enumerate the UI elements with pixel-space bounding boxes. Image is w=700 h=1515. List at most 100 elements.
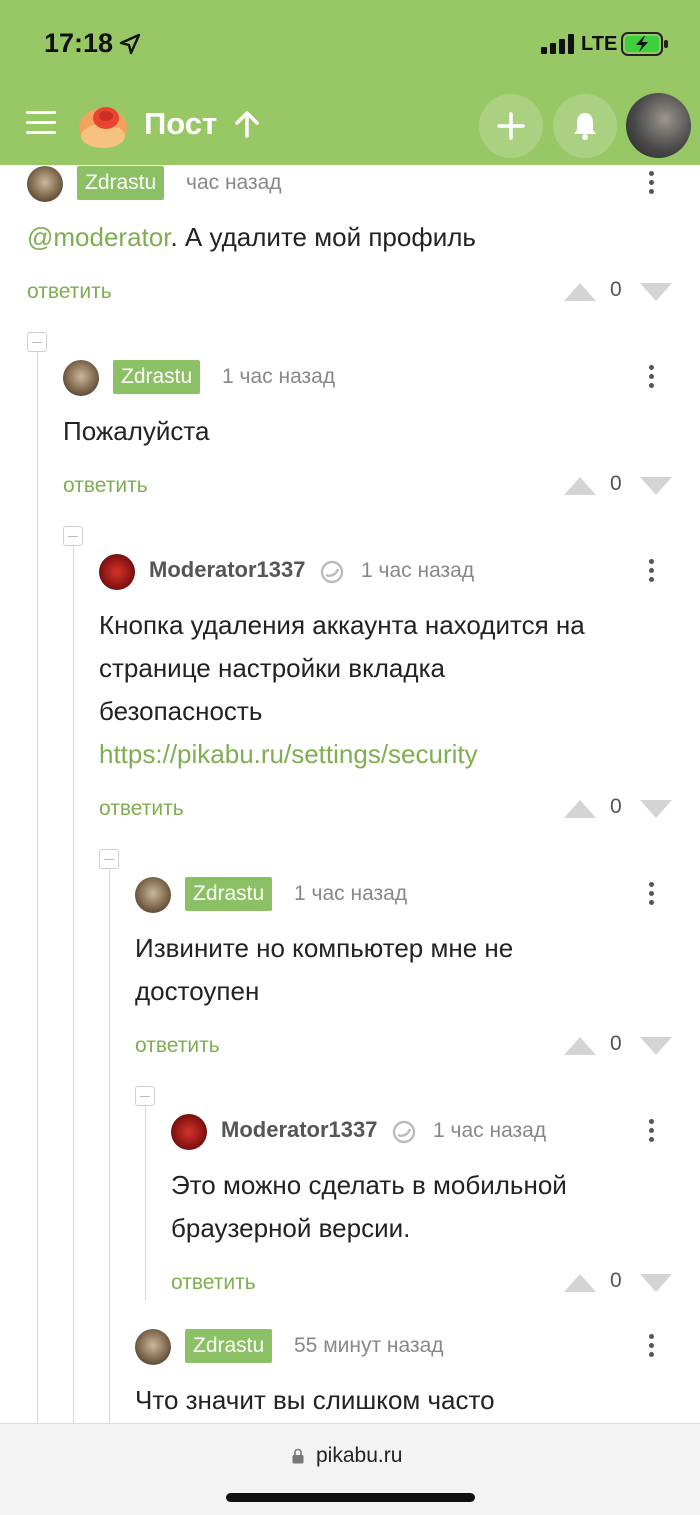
app-header: 17:18 LTE Пост bbox=[0, 0, 700, 165]
author-name[interactable]: Zdrastu bbox=[77, 166, 165, 200]
reply-link[interactable]: ответить bbox=[99, 797, 184, 821]
vote-control: 0 bbox=[564, 471, 674, 501]
comment-text: Кнопка удаления аккаунта находится на ст… bbox=[99, 610, 585, 769]
comment-time: час назад bbox=[186, 171, 282, 194]
comment-time: 1 час назад bbox=[433, 1119, 547, 1142]
moderator-icon bbox=[320, 560, 344, 584]
collapse-thread-button[interactable] bbox=[63, 526, 83, 546]
vote-control: 0 bbox=[564, 1031, 674, 1061]
pikabu-logo[interactable] bbox=[76, 98, 130, 150]
home-indicator[interactable] bbox=[226, 1493, 475, 1502]
collapse-thread-button[interactable] bbox=[99, 849, 119, 869]
author-avatar[interactable] bbox=[63, 360, 99, 396]
downvote-arrow-icon[interactable] bbox=[640, 1274, 672, 1292]
browser-address-bar: pikabu.ru bbox=[0, 1423, 700, 1515]
author-avatar[interactable] bbox=[135, 877, 171, 913]
status-time: 17:18 bbox=[44, 28, 114, 58]
vote-control: 0 bbox=[564, 794, 674, 824]
comment-header: Zdrastu 1 час назад bbox=[135, 877, 667, 913]
vote-control: 0 bbox=[564, 1268, 674, 1298]
comment-time: 1 час назад bbox=[361, 559, 475, 582]
comment: Zdrastu 1 час назад Пожалуйста bbox=[63, 360, 667, 453]
reply-link[interactable]: ответить bbox=[171, 1271, 256, 1295]
reply-link[interactable]: ответить bbox=[27, 280, 112, 304]
author-name[interactable]: Zdrastu bbox=[185, 1329, 273, 1363]
vote-count: 0 bbox=[610, 1269, 622, 1292]
upvote-arrow-icon[interactable] bbox=[564, 477, 596, 495]
author-avatar[interactable] bbox=[171, 1114, 207, 1150]
comment: Zdrastu 55 минут назад Что значит вы сли… bbox=[135, 1329, 667, 1422]
upvote-arrow-icon[interactable] bbox=[564, 283, 596, 301]
more-options-icon[interactable] bbox=[645, 1116, 657, 1148]
plus-icon bbox=[497, 112, 525, 140]
vote-count: 0 bbox=[610, 472, 622, 495]
upvote-arrow-icon[interactable] bbox=[564, 800, 596, 818]
downvote-arrow-icon[interactable] bbox=[640, 1037, 672, 1055]
collapse-thread-button[interactable] bbox=[27, 332, 47, 352]
more-options-icon[interactable] bbox=[645, 556, 657, 588]
author-avatar[interactable] bbox=[135, 1329, 171, 1365]
cellular-signal-icon bbox=[541, 34, 574, 54]
author-name[interactable]: Zdrastu bbox=[113, 360, 201, 394]
author-name[interactable]: Moderator1337 bbox=[221, 1117, 378, 1143]
settings-security-link[interactable]: https://pikabu.ru/settings/security bbox=[99, 739, 478, 769]
comment-header: Zdrastu час назад bbox=[27, 166, 667, 202]
user-avatar[interactable] bbox=[626, 93, 691, 158]
thread-line bbox=[145, 1106, 146, 1300]
comment: Zdrastu час назад @moderator. А удалите … bbox=[27, 166, 667, 259]
moderator-icon bbox=[392, 1120, 416, 1144]
comment-text: @moderator. А удалите мой профиль bbox=[27, 222, 476, 252]
page-title: Пост bbox=[144, 106, 218, 141]
vote-count: 0 bbox=[610, 1032, 622, 1055]
author-name[interactable]: Moderator1337 bbox=[149, 557, 306, 583]
comment-text: Что значит вы слишком часто bbox=[135, 1385, 495, 1415]
vote-count: 0 bbox=[610, 278, 622, 301]
downvote-arrow-icon[interactable] bbox=[640, 283, 672, 301]
comment: Zdrastu 1 час назад Извините но компьюте… bbox=[135, 877, 667, 1013]
url-text: pikabu.ru bbox=[316, 1444, 403, 1467]
thread-line bbox=[37, 352, 38, 1423]
battery-charging-icon bbox=[621, 32, 668, 56]
network-type: LTE bbox=[581, 33, 618, 55]
hamburger-menu-icon[interactable] bbox=[26, 111, 56, 135]
status-bar: 17:18 LTE bbox=[0, 0, 700, 92]
vote-count: 0 bbox=[610, 795, 622, 818]
collapse-thread-button[interactable] bbox=[135, 1086, 155, 1106]
comment-header: Zdrastu 55 минут назад bbox=[135, 1329, 667, 1365]
more-options-icon[interactable] bbox=[645, 362, 657, 394]
comment-time: 1 час назад bbox=[294, 882, 408, 905]
thread-line bbox=[109, 869, 110, 1423]
author-avatar[interactable] bbox=[27, 166, 63, 202]
comment-time: 1 час назад bbox=[222, 365, 336, 388]
vote-control: 0 bbox=[564, 277, 674, 307]
add-post-button[interactable] bbox=[479, 94, 543, 158]
upvote-arrow-icon[interactable] bbox=[564, 1274, 596, 1292]
comment-text: Это можно сделать в мобильной браузерной… bbox=[171, 1170, 567, 1243]
comment: Moderator1337 1 час назад Это можно сдел… bbox=[171, 1114, 667, 1250]
downvote-arrow-icon[interactable] bbox=[640, 800, 672, 818]
thread-line bbox=[73, 546, 74, 1423]
comment-header: Moderator1337 1 час назад bbox=[171, 1114, 667, 1150]
more-options-icon[interactable] bbox=[645, 1331, 657, 1363]
author-avatar[interactable] bbox=[99, 554, 135, 590]
notifications-button[interactable] bbox=[553, 94, 617, 158]
author-name[interactable]: Zdrastu bbox=[185, 877, 273, 911]
location-arrow-icon bbox=[119, 33, 141, 55]
more-options-icon[interactable] bbox=[645, 879, 657, 911]
comment-header: Zdrastu 1 час назад bbox=[63, 360, 667, 396]
upvote-arrow-icon[interactable] bbox=[564, 1037, 596, 1055]
comment-text: Пожалуйста bbox=[63, 416, 210, 446]
comment-header: Moderator1337 1 час назад bbox=[99, 554, 667, 590]
comment-time: 55 минут назад bbox=[294, 1334, 444, 1357]
reply-link[interactable]: ответить bbox=[63, 474, 148, 498]
navigation-bar: Пост bbox=[0, 92, 700, 165]
bell-icon bbox=[574, 113, 596, 140]
downvote-arrow-icon[interactable] bbox=[640, 477, 672, 495]
more-options-icon[interactable] bbox=[645, 168, 657, 200]
lock-icon bbox=[292, 1448, 304, 1464]
comment-text: Извините но компьютер мне не достоупен bbox=[135, 933, 514, 1006]
reply-link[interactable]: ответить bbox=[135, 1034, 220, 1058]
scroll-up-arrow-icon[interactable] bbox=[234, 110, 260, 138]
comment: Moderator1337 1 час назад Кнопка удалени… bbox=[99, 554, 667, 776]
mention-link[interactable]: @moderator bbox=[27, 222, 170, 252]
